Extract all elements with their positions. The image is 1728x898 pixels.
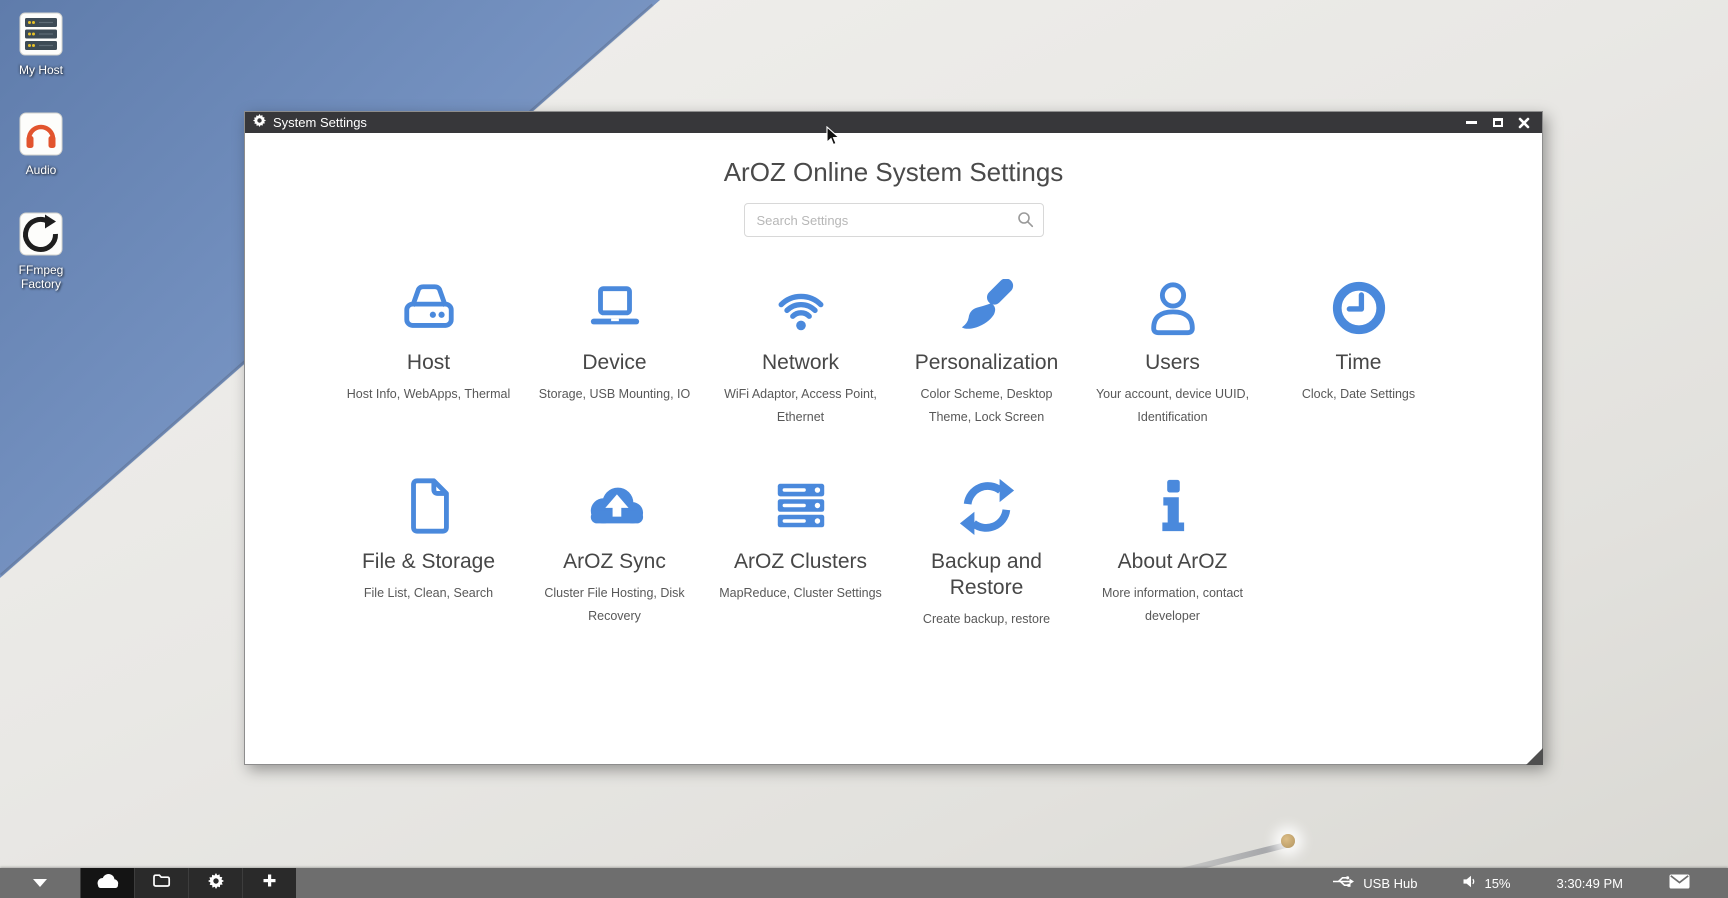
info-icon <box>1086 474 1260 536</box>
window-titlebar[interactable]: System Settings <box>245 112 1542 133</box>
usb-icon <box>1332 875 1355 891</box>
caret-down-icon <box>33 879 47 887</box>
recycle-arrows-icon <box>19 212 63 256</box>
sync-arrows-icon <box>900 474 1074 536</box>
tile-title: About ArOZ <box>1086 549 1260 575</box>
paintbrush-icon <box>900 275 1074 337</box>
laptop-icon <box>528 275 702 337</box>
tray-clock: 3:30:49 PM <box>1557 876 1624 891</box>
gear-icon <box>253 114 266 132</box>
cloud-upload-icon <box>528 474 702 536</box>
tile-subtitle: MapReduce, Cluster Settings <box>714 582 888 605</box>
minimize-icon[interactable] <box>1465 116 1478 129</box>
settings-grid-row2: File & Storage File List, Clean, Search … <box>336 474 1452 632</box>
tile-subtitle: Create backup, restore <box>900 608 1074 631</box>
tile-users[interactable]: Users Your account, device UUID, Identif… <box>1080 275 1266 430</box>
tray-mail[interactable] <box>1669 874 1690 892</box>
desktop-icon-label: Audio <box>8 163 74 177</box>
window-title: System Settings <box>273 115 367 130</box>
server-rack-icon <box>19 12 63 56</box>
tray-clock-text: 3:30:49 PM <box>1557 876 1624 891</box>
speaker-icon <box>1463 875 1476 891</box>
folder-icon <box>152 873 171 893</box>
tile-title: Backup and Restore <box>900 549 1074 602</box>
tile-host[interactable]: Host Host Info, WebApps, Thermal <box>336 275 522 430</box>
tile-backup-restore[interactable]: Backup and Restore Create backup, restor… <box>894 474 1080 632</box>
tile-personalization[interactable]: Personalization Color Scheme, Desktop Th… <box>894 275 1080 430</box>
tray-volume[interactable]: 15% <box>1463 875 1510 891</box>
wifi-icon <box>714 275 888 337</box>
desktop-icon-label: My Host <box>8 63 74 77</box>
file-icon <box>342 474 516 536</box>
desktop-icon-audio[interactable]: Audio <box>8 112 74 177</box>
tile-subtitle: Cluster File Hosting, Disk Recovery <box>528 582 702 628</box>
page-title: ArOZ Online System Settings <box>245 157 1542 188</box>
tile-title: Time <box>1272 350 1446 376</box>
plus-icon <box>262 873 277 893</box>
system-tray: USB Hub 15% 3:30:49 PM <box>1332 874 1728 892</box>
tile-title: ArOZ Sync <box>528 549 702 575</box>
tray-usb-label: USB Hub <box>1363 876 1417 891</box>
taskbar-settings-button[interactable] <box>188 868 242 898</box>
tile-subtitle: Storage, USB Mounting, IO <box>528 383 702 406</box>
taskbar-caret-button[interactable] <box>0 879 80 887</box>
tile-subtitle: File List, Clean, Search <box>342 582 516 605</box>
envelope-icon <box>1669 874 1690 892</box>
tile-device[interactable]: Device Storage, USB Mounting, IO <box>522 275 708 430</box>
taskbar: USB Hub 15% 3:30:49 PM <box>0 868 1728 898</box>
maximize-icon[interactable] <box>1491 116 1504 129</box>
tile-subtitle: Clock, Date Settings <box>1272 383 1446 406</box>
taskbar-folder-button[interactable] <box>134 868 188 898</box>
headphones-icon <box>19 112 63 156</box>
tile-aroz-clusters[interactable]: ArOZ Clusters MapReduce, Cluster Setting… <box>708 474 894 632</box>
tile-subtitle: WiFi Adaptor, Access Point, Ethernet <box>714 383 888 429</box>
cloud-icon <box>95 873 120 894</box>
tile-title: File & Storage <box>342 549 516 575</box>
tile-about-aroz[interactable]: About ArOZ More information, contact dev… <box>1080 474 1266 632</box>
desktop-icon-my-host[interactable]: My Host <box>8 12 74 77</box>
clock-icon <box>1272 275 1446 337</box>
tile-time[interactable]: Time Clock, Date Settings <box>1266 275 1452 430</box>
tile-subtitle: Your account, device UUID, Identificatio… <box>1086 383 1260 429</box>
system-settings-window: System Settings ArOZ Online System Setti… <box>244 111 1543 765</box>
server-stack-icon <box>714 474 888 536</box>
magnifier-icon <box>1017 211 1034 233</box>
taskbar-cloud-button[interactable] <box>80 868 134 898</box>
desktop-icon-ffmpeg-factory[interactable]: FFmpeg Factory <box>8 212 74 292</box>
taskbar-add-button[interactable] <box>242 868 296 898</box>
tile-title: Network <box>714 350 888 376</box>
tray-volume-level: 15% <box>1484 876 1510 891</box>
tile-title: Users <box>1086 350 1260 376</box>
tile-title: ArOZ Clusters <box>714 549 888 575</box>
tile-title: Device <box>528 350 702 376</box>
wall-peg <box>1281 834 1295 848</box>
tile-aroz-sync[interactable]: ArOZ Sync Cluster File Hosting, Disk Rec… <box>522 474 708 632</box>
tile-subtitle: Color Scheme, Desktop Theme, Lock Screen <box>900 383 1074 429</box>
gear-icon <box>208 873 224 894</box>
close-icon[interactable] <box>1517 116 1530 129</box>
desktop-icon-label: FFmpeg Factory <box>8 263 74 292</box>
search-input[interactable] <box>744 203 1044 237</box>
hdd-icon <box>342 275 516 337</box>
tile-title: Host <box>342 350 516 376</box>
tile-title: Personalization <box>900 350 1074 376</box>
tile-file-storage[interactable]: File & Storage File List, Clean, Search <box>336 474 522 632</box>
tile-network[interactable]: Network WiFi Adaptor, Access Point, Ethe… <box>708 275 894 430</box>
tile-subtitle: More information, contact developer <box>1086 582 1260 628</box>
window-resize-handle[interactable] <box>1526 748 1543 765</box>
tray-usb[interactable]: USB Hub <box>1332 875 1417 891</box>
window-content: ArOZ Online System Settings <box>245 133 1542 765</box>
settings-grid-row1: Host Host Info, WebApps, Thermal Device … <box>336 275 1452 430</box>
tile-subtitle: Host Info, WebApps, Thermal <box>342 383 516 406</box>
user-icon <box>1086 275 1260 337</box>
